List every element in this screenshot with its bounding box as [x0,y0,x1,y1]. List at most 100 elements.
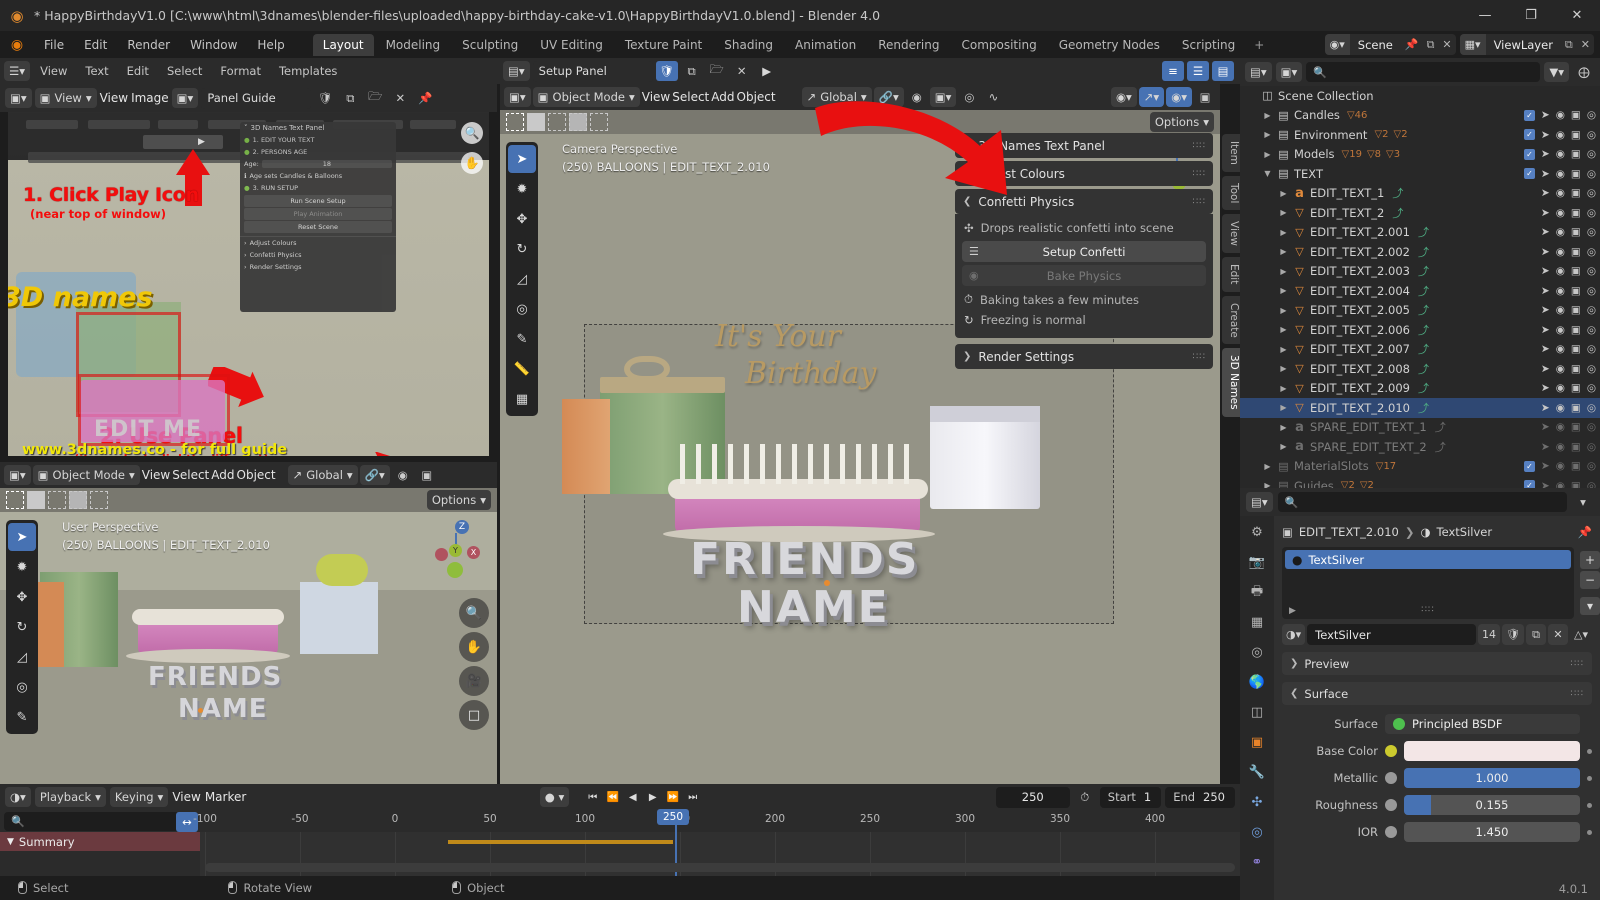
fake-user-icon[interactable]: 🛡 [655,61,678,81]
unlink-text-icon[interactable]: ✕ [731,61,753,81]
tab-constraint-properties-icon[interactable]: ⚭ [1247,852,1268,873]
expand-icon-closed[interactable]: ▶ [1276,384,1291,393]
outliner-row-toggles[interactable]: ➤ ◉ ▣ ◎ [1524,382,1596,394]
expand-icon-closed[interactable]: ▶ [1260,462,1275,471]
selectable-icon[interactable]: ➤ [1541,363,1550,375]
expand-icon-closed[interactable]: ▶ [1276,442,1291,451]
hide-viewport-icon[interactable]: ◉ [1556,168,1565,180]
expand-icon-closed[interactable]: ▶ [1276,189,1291,198]
outliner-row-toggles[interactable]: ✓ ➤ ◉ ▣ ◎ [1523,148,1596,160]
selectable-icon[interactable]: ➤ [1541,265,1550,277]
play-icon[interactable]: ▶ [643,787,662,807]
outliner-row[interactable]: ▶ ▤ Models ▽19 ▽8 ▽3 ✓ ➤ ◉ ▣ ◎ [1240,145,1600,165]
disable-viewport-icon[interactable]: ▣ [1571,480,1581,488]
frame-start-field[interactable]: Start 1 [1099,786,1162,808]
outliner-row[interactable]: ▶ ▤ Guides ▽2 ▽2 ✓ ➤ ◉ ▣ ◎ [1240,476,1600,488]
select-invert-icon[interactable] [569,113,587,131]
expand-icon-closed[interactable]: ▶ [1276,364,1291,373]
remove-scene-icon[interactable]: ✕ [1438,38,1455,51]
hide-viewport-icon[interactable]: ◉ [1556,285,1565,297]
properties-search-input[interactable]: 🔍 [1277,492,1567,512]
tool2-annotate-icon[interactable]: ✎ [8,703,36,731]
selectable-icon[interactable]: ➤ [1541,480,1550,488]
viewport2-options-button[interactable]: Options ▾ [426,490,491,510]
tab-tool-properties-icon[interactable]: ⚙ [1247,522,1268,543]
tab-sculpting[interactable]: Sculpting [452,34,528,56]
disable-render-icon[interactable]: ◎ [1587,187,1596,199]
material-fake-user-icon[interactable]: 🛡 [1502,624,1525,645]
disable-viewport-icon[interactable]: ▣ [1571,168,1581,180]
hide-viewport-icon[interactable]: ◉ [1556,343,1565,355]
expand-icon-closed[interactable]: ▶ [1276,228,1291,237]
tab-scripting[interactable]: Scripting [1172,34,1245,56]
tab-viewlayer-properties-icon[interactable]: ▦ [1247,612,1268,633]
slot-expand-icon[interactable]: ▶ [1289,606,1296,616]
bake-physics-button[interactable]: ◉ Bake Physics [962,265,1206,286]
expand-icon-closed[interactable]: ▶ [1260,481,1275,488]
viewport2-menu-select[interactable]: Select [172,468,209,482]
viewport2-camera-icon[interactable]: 🎥 [459,666,489,696]
section-surface[interactable]: ❮ Surface ∷∷ [1282,682,1592,705]
viewport2-mode-selector[interactable]: ▣ Object Mode ▾ [32,465,140,485]
tab-world-properties-icon[interactable]: 🌎 [1247,672,1268,693]
duplicate-text-icon[interactable]: ⧉ [681,61,703,81]
selectable-icon[interactable]: ➤ [1541,226,1550,238]
tab-layout[interactable]: Layout [312,33,374,56]
tab-uv-editing[interactable]: UV Editing [530,34,613,56]
panel-grip-icon-4[interactable]: ∷∷ [1193,352,1206,362]
disable-render-icon[interactable]: ◎ [1587,265,1596,277]
outliner-row[interactable]: ▼ ▤ TEXT ✓ ➤ ◉ ▣ ◎ [1240,164,1600,184]
outliner-display-numbers-icon[interactable]: ≡ [1162,61,1184,81]
disable-viewport-icon[interactable]: ▣ [1571,109,1581,121]
tool-add-cube-icon[interactable]: ▦ [508,385,536,413]
expand-icon-closed[interactable]: ▶ [1276,325,1291,334]
viewport-main-toolbar[interactable]: ➤ ✹ ✥ ↻ ◿ ◎ ✎ 📏 ▦ [506,142,538,416]
hide-viewport-icon[interactable]: ◉ [1556,265,1565,277]
viewport2-select-mode-icons[interactable] [6,491,108,509]
viewport-gizmos-toggle[interactable]: ↗▾ [1138,87,1165,107]
play-reverse-icon[interactable]: ◀ [623,787,642,807]
expand-icon-closed[interactable]: ▶ [1276,403,1291,412]
tab-physics-properties-icon[interactable]: ◎ [1247,822,1268,843]
expand-icon-open[interactable]: ▼ [1260,169,1275,178]
disable-viewport-icon[interactable]: ▣ [1571,402,1581,414]
vtab-view[interactable]: View [1222,214,1240,254]
hide-viewport-icon[interactable]: ◉ [1556,460,1565,472]
hide-viewport-icon[interactable]: ◉ [1556,226,1565,238]
image-menu-image[interactable]: Image [131,91,169,105]
viewport2-select-invert-icon[interactable] [69,491,87,509]
tool-cursor-icon[interactable]: ✹ [508,175,536,203]
outliner-row[interactable]: ▶ ▽ EDIT_TEXT_2.008 ⤴ ➤ ◉ ▣ ◎ [1240,359,1600,379]
properties-editor-type-icon[interactable]: ▤▾ [1246,492,1273,512]
disable-viewport-icon[interactable]: ▣ [1571,324,1581,336]
selectable-icon[interactable]: ➤ [1541,460,1550,472]
outliner-row-toggles[interactable]: ✓ ➤ ◉ ▣ ◎ [1523,480,1596,488]
gizmo2-axis-x[interactable]: X [467,546,480,559]
outliner-row-toggles[interactable]: ➤ ◉ ▣ ◎ [1524,343,1596,355]
material-slot-item[interactable]: ● TextSilver [1285,550,1571,569]
tool2-cursor-icon[interactable]: ✹ [8,553,36,581]
disable-viewport-icon[interactable]: ▣ [1571,421,1581,433]
hide-viewport-icon[interactable]: ◉ [1556,187,1565,199]
disable-render-icon[interactable]: ◎ [1587,382,1596,394]
tab-geometry-nodes[interactable]: Geometry Nodes [1049,34,1170,56]
xray-toggle-icon[interactable]: ▣ [1194,87,1216,107]
remove-viewlayer-icon[interactable]: ✕ [1577,38,1594,51]
panel-section-render-settings[interactable]: ❯ Render Settings ∷∷ [955,344,1213,369]
image-editor-type-icon[interactable]: ▣▾ [5,88,32,108]
text-menu-templates[interactable]: Templates [271,62,345,80]
image-mode-selector[interactable]: ▣ View ▾ [34,88,97,108]
tool-transform-icon[interactable]: ◎ [508,295,536,323]
vtab-create[interactable]: Create [1222,295,1240,345]
keying-menu[interactable]: Keying ▾ [109,787,169,807]
select-new-icon[interactable] [506,113,524,131]
expand-icon-closed[interactable]: ▶ [1276,267,1291,276]
expand-icon-closed[interactable]: ▶ [1276,345,1291,354]
outliner-row[interactable]: ▶ ▽ EDIT_TEXT_2.004 ⤴ ➤ ◉ ▣ ◎ [1240,281,1600,301]
viewport2-menu-add[interactable]: Add [211,468,234,482]
playback-controls[interactable]: ⏮ ⏪ ◀ ▶ ⏩ ⏭ [583,787,702,807]
disable-viewport-icon[interactable]: ▣ [1571,382,1581,394]
disable-viewport-icon[interactable]: ▣ [1571,363,1581,375]
exclude-checkbox[interactable]: ✓ [1523,129,1535,141]
hide-viewport-icon[interactable]: ◉ [1556,304,1565,316]
